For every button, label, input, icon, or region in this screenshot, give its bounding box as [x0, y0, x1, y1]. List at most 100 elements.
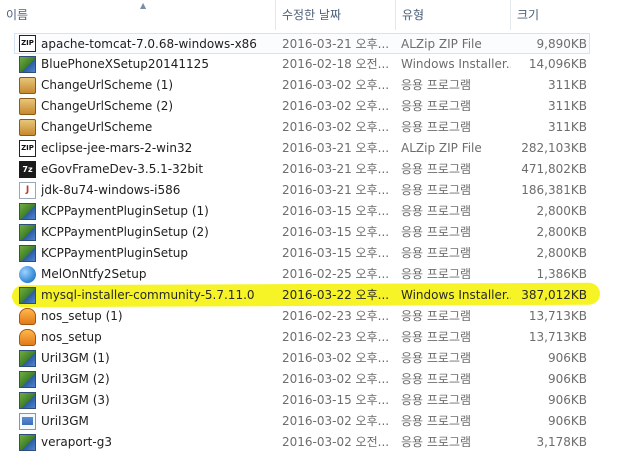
installer-icon [19, 287, 36, 304]
column-header-name[interactable]: 이름 ▲ [0, 0, 275, 30]
file-row[interactable]: UriI3GM (3) 2016-03-15 오후... 응용 프로그램 906KB [0, 390, 623, 411]
file-size: 311KB [547, 99, 587, 113]
column-header-date-label: 수정한 날짜 [282, 8, 342, 22]
file-size: 387,012KB [521, 288, 587, 302]
file-date: 2016-02-23 오후... [282, 309, 390, 323]
file-date: 2016-03-21 오후... [282, 162, 390, 176]
installer-icon [19, 56, 36, 73]
file-name: nos_setup (1) [41, 309, 123, 323]
file-row[interactable]: Jjdk-8u74-windows-i586 2016-03-21 오후... 응용… [0, 180, 623, 201]
file-size: 2,800KB [536, 204, 587, 218]
file-name: UriI3GM (2) [41, 372, 110, 386]
file-name: KCPPaymentPluginSetup (1) [41, 204, 209, 218]
installer-icon [19, 224, 36, 241]
file-row[interactable]: nos_setup 2016-02-23 오후... 응용 프로그램 13,713KB [0, 327, 623, 348]
file-name: nos_setup [41, 330, 102, 344]
file-row[interactable]: KCPPaymentPluginSetup (1) 2016-03-15 오후..… [0, 201, 623, 222]
file-date: 2016-03-22 오후... [282, 288, 390, 302]
column-header-type[interactable]: 유형 [395, 0, 510, 30]
file-name: UriI3GM (3) [41, 393, 110, 407]
file-type: 응용 프로그램 [401, 351, 472, 365]
file-date: 2016-03-02 오전... [282, 435, 390, 449]
file-date: 2016-02-23 오후... [282, 330, 390, 344]
file-type: 응용 프로그램 [401, 183, 472, 197]
sort-up-icon: ▲ [140, 1, 147, 10]
file-name: UriI3GM [41, 414, 89, 428]
file-name: jdk-8u74-windows-i586 [41, 183, 181, 197]
file-row[interactable]: UriI3GM (2) 2016-03-02 오후... 응용 프로그램 906KB [0, 369, 623, 390]
file-type: Windows Installer... [401, 57, 511, 71]
file-row[interactable]: BluePhoneXSetup20141125 2016-02-18 오전... W… [0, 54, 623, 75]
file-size: 3,178KB [536, 435, 587, 449]
file-date: 2016-03-15 오후... [282, 246, 390, 260]
file-size: 2,800KB [536, 225, 587, 239]
file-date: 2016-03-02 오후... [282, 372, 390, 386]
column-header-name-label: 이름 [6, 8, 29, 22]
document-icon [19, 413, 36, 430]
file-list: ZIP apache-tomcat-7.0.68-windows-x86 2016-… [0, 33, 623, 453]
file-size: 906KB [547, 414, 587, 428]
file-row[interactable]: ChangeUrlScheme (2) 2016-03-02 오후... 응용 프로… [0, 96, 623, 117]
file-row[interactable]: mysql-installer-community-5.7.11.0 2016-0… [0, 285, 623, 306]
file-row[interactable]: nos_setup (1) 2016-02-23 오후... 응용 프로그램 13,7… [0, 306, 623, 327]
file-name: KCPPaymentPluginSetup (2) [41, 225, 209, 239]
file-row[interactable]: 7z eGovFrameDev-3.5.1-32bit 2016-03-21 오후.… [0, 159, 623, 180]
file-size: 13,713KB [528, 330, 587, 344]
installer-icon [19, 434, 36, 451]
file-type: 응용 프로그램 [401, 78, 472, 92]
column-header-date[interactable]: 수정한 날짜 [275, 0, 395, 30]
file-row[interactable]: UriI3GM (1) 2016-03-02 오후... 응용 프로그램 906KB [0, 348, 623, 369]
file-row[interactable]: ZIP eclipse-jee-mars-2-win32 2016-03-21 오후… [0, 138, 623, 159]
file-type: ALZip ZIP File [401, 141, 482, 155]
file-type: 응용 프로그램 [401, 246, 472, 260]
java-icon: J [19, 182, 36, 199]
file-row[interactable]: UriI3GM 2016-03-02 오후... 응용 프로그램 906KB [0, 411, 623, 432]
file-date: 2016-03-21 오후... [282, 183, 390, 197]
column-header-size[interactable]: 크기 [510, 0, 623, 30]
file-name: ChangeUrlScheme [41, 120, 153, 134]
file-size: 906KB [547, 393, 587, 407]
file-name: KCPPaymentPluginSetup [41, 246, 189, 260]
file-row[interactable]: ZIP apache-tomcat-7.0.68-windows-x86 2016-… [14, 33, 590, 54]
file-type: 응용 프로그램 [401, 372, 472, 386]
file-name: UriI3GM (1) [41, 351, 110, 365]
shield-icon [19, 329, 36, 346]
installer-icon [19, 203, 36, 220]
file-row[interactable]: MelOnNtfy2Setup 2016-02-25 오후... 응용 프로그램 1,… [0, 264, 623, 285]
file-date: 2016-02-18 오전... [282, 57, 390, 71]
file-date: 2016-02-25 오후... [282, 267, 390, 281]
column-header-type-label: 유형 [402, 8, 425, 22]
file-type: 응용 프로그램 [401, 435, 472, 449]
file-row[interactable]: ChangeUrlScheme 2016-03-02 오후... 응용 프로그램 31… [0, 117, 623, 138]
file-size: 906KB [547, 351, 587, 365]
7z-icon: 7z [19, 161, 36, 178]
file-type: 응용 프로그램 [401, 99, 472, 113]
file-row[interactable]: KCPPaymentPluginSetup 2016-03-15 오후... 응용 … [0, 243, 623, 264]
installer-icon [19, 371, 36, 388]
installer-icon [19, 245, 36, 262]
file-type: 응용 프로그램 [401, 330, 472, 344]
file-size: 186,381KB [521, 183, 587, 197]
file-row[interactable]: veraport-g3 2016-03-02 오전... 응용 프로그램 3,178K… [0, 432, 623, 453]
file-size: 282,103KB [521, 141, 587, 155]
file-date: 2016-03-15 오후... [282, 393, 390, 407]
file-type: 응용 프로그램 [401, 120, 472, 134]
file-name: eGovFrameDev-3.5.1-32bit [41, 162, 204, 176]
file-name: MelOnNtfy2Setup [41, 267, 147, 281]
file-row[interactable]: ChangeUrlScheme (1) 2016-03-02 오후... 응용 프로… [0, 75, 623, 96]
installer-icon [19, 350, 36, 367]
file-type: 응용 프로그램 [401, 267, 472, 281]
file-size: 13,713KB [528, 309, 587, 323]
file-type: 응용 프로그램 [401, 162, 472, 176]
file-date: 2016-03-15 오후... [282, 204, 390, 218]
file-date: 2016-03-15 오후... [282, 225, 390, 239]
file-name: mysql-installer-community-5.7.11.0 [41, 288, 255, 302]
column-header-size-label: 크기 [517, 8, 540, 22]
file-type: 응용 프로그램 [401, 309, 472, 323]
file-type: ALZip ZIP File [401, 37, 482, 51]
application-icon [19, 77, 36, 94]
file-size: 9,890KB [536, 37, 587, 51]
file-size: 311KB [547, 78, 587, 92]
file-row[interactable]: KCPPaymentPluginSetup (2) 2016-03-15 오후..… [0, 222, 623, 243]
file-date: 2016-03-02 오후... [282, 78, 390, 92]
